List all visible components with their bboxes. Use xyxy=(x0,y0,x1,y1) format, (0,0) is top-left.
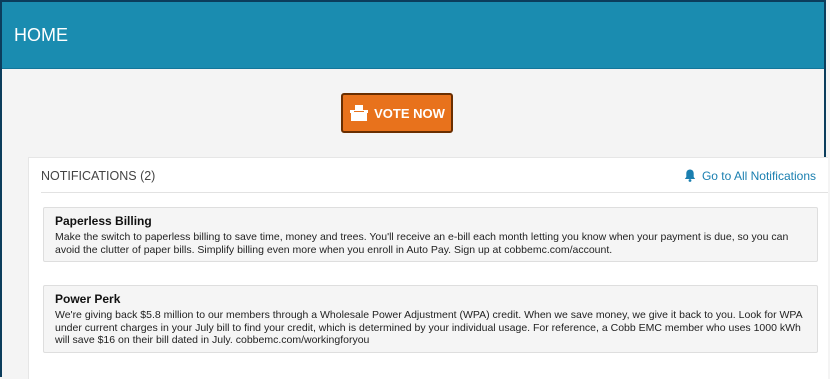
notifications-header: NOTIFICATIONS (2) Go to All Notification… xyxy=(41,158,828,193)
bell-icon xyxy=(684,169,696,182)
go-to-all-notifications-link[interactable]: Go to All Notifications xyxy=(684,169,816,183)
ballot-box-icon xyxy=(350,105,369,121)
page-title: HOME xyxy=(14,24,68,45)
vote-section: VOTE NOW xyxy=(2,69,824,158)
notification-body: Make the switch to paperless billing to … xyxy=(55,231,789,256)
notification-title: Paperless Billing xyxy=(55,214,152,228)
notification-item[interactable]: Paperless Billing Make the switch to pap… xyxy=(43,207,818,262)
vote-now-button[interactable]: VOTE NOW xyxy=(341,93,453,133)
app-frame: HOME VOTE NOW NOTIFICATIONS (2) Go to Al… xyxy=(0,0,828,379)
notification-title: Power Perk xyxy=(55,292,121,306)
notification-body: We're giving back $5.8 million to our me… xyxy=(55,309,803,346)
page-header: HOME xyxy=(2,2,824,69)
vote-now-label: VOTE NOW xyxy=(374,105,445,121)
notification-item[interactable]: Power Perk We're giving back $5.8 millio… xyxy=(43,285,818,353)
notifications-card: NOTIFICATIONS (2) Go to All Notification… xyxy=(28,157,828,379)
notifications-title: NOTIFICATIONS (2) xyxy=(41,168,156,183)
go-to-all-notifications-label: Go to All Notifications xyxy=(701,168,816,183)
